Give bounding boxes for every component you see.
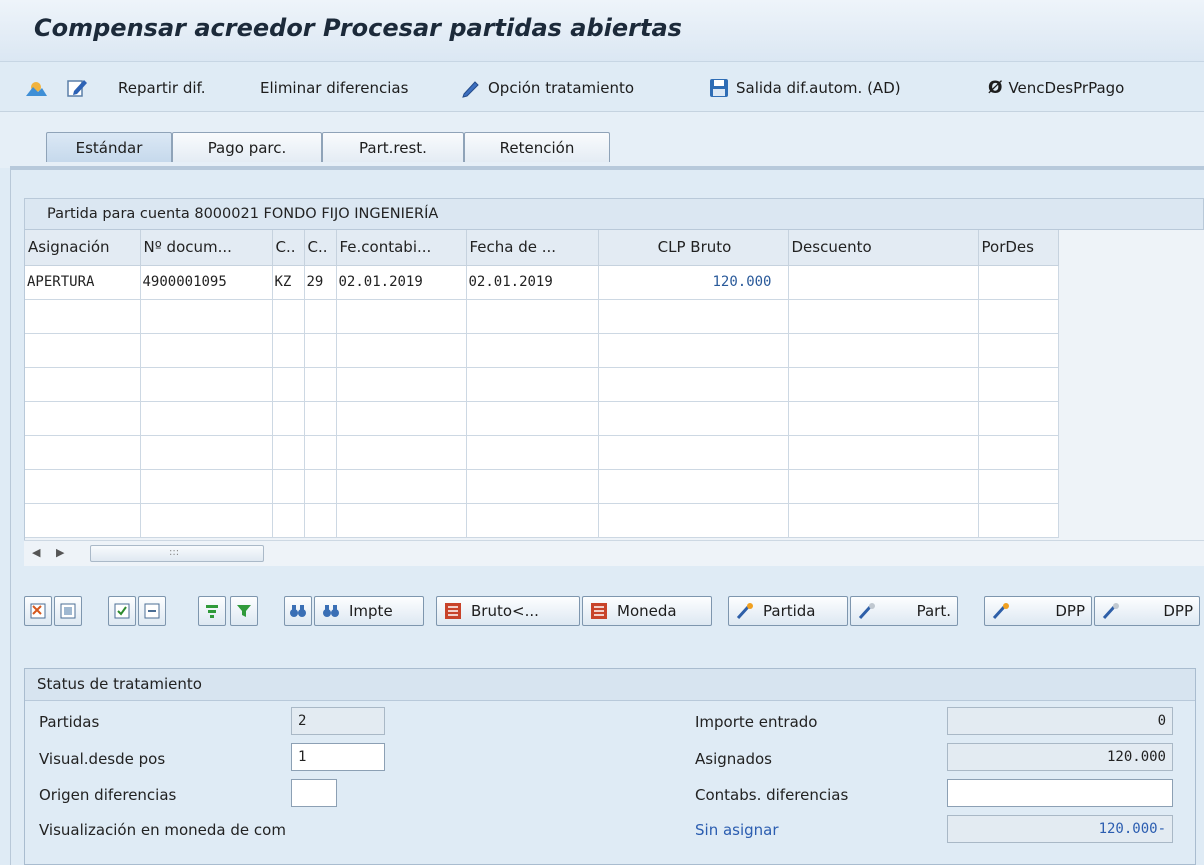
- table-row[interactable]: [25, 503, 1059, 538]
- moneda-button[interactable]: Moneda: [582, 596, 712, 626]
- contabs-diferencias-input[interactable]: [947, 779, 1173, 807]
- table-row[interactable]: [25, 401, 1059, 436]
- cell-pordes[interactable]: [978, 265, 1059, 300]
- status-title: Status de tratamiento: [25, 669, 1195, 701]
- calculator-icon: [591, 603, 607, 619]
- empty-set-icon: Ø: [988, 78, 1003, 98]
- pencil-icon: [462, 81, 479, 98]
- items-table: Asignación Nº docum... C.. C.. Fe.contab…: [25, 230, 1059, 538]
- table-row[interactable]: [25, 333, 1059, 368]
- importe-entrado-label: Importe entrado: [695, 713, 818, 731]
- partidas-field: 2: [291, 707, 385, 735]
- grid-button-row: Impte Bruto<... Moneda Partida Part. DPP…: [0, 594, 1204, 634]
- visualizacion-moneda-label[interactable]: Visualización en moneda de com: [39, 821, 286, 839]
- overview-icon[interactable]: [24, 76, 48, 100]
- salida-dif-autom-button[interactable]: Salida dif.autom. (AD): [708, 76, 901, 100]
- origen-diferencias-label: Origen diferencias: [39, 786, 177, 804]
- title-bar: Compensar acreedor Procesar partidas abi…: [0, 0, 1204, 62]
- col-pordes[interactable]: PorDes: [978, 230, 1059, 266]
- scroll-right-icon[interactable]: ▶: [56, 546, 64, 559]
- cell-fecha-doc[interactable]: 02.01.2019: [466, 265, 599, 300]
- cell-clp-bruto[interactable]: 120.000: [598, 265, 789, 300]
- magic-wand-icon: [992, 603, 1009, 620]
- activate-items-button[interactable]: [108, 596, 136, 626]
- asignados-field: 120.000: [947, 743, 1173, 771]
- partidas-label: Partidas: [39, 713, 100, 731]
- table-row[interactable]: [25, 435, 1059, 470]
- activate-icon: [114, 603, 130, 619]
- tab-part-rest[interactable]: Part.rest.: [322, 132, 464, 162]
- table-header: Asignación Nº docum... C.. C.. Fe.contab…: [25, 230, 1059, 266]
- deactivate-icon: [144, 603, 160, 619]
- col-fecha-contab[interactable]: Fe.contabi...: [336, 230, 467, 266]
- magic-wand-icon: [1102, 603, 1119, 620]
- table-row[interactable]: APERTURA 4900001095 KZ 29 02.01.2019 02.…: [25, 265, 1059, 300]
- magic-wand-icon: [736, 603, 753, 620]
- cell-clave[interactable]: 29: [304, 265, 337, 300]
- col-clave[interactable]: C..: [304, 230, 337, 266]
- deselect-all-button[interactable]: [54, 596, 82, 626]
- filter-icon: [237, 605, 251, 617]
- col-clp-bruto[interactable]: CLP Bruto: [598, 230, 789, 266]
- edit-icon[interactable]: [66, 76, 88, 100]
- cell-descuento[interactable]: [788, 265, 979, 300]
- col-num-documento[interactable]: Nº docum...: [140, 230, 273, 266]
- deactivate-items-button[interactable]: [138, 596, 166, 626]
- dpp-button-2[interactable]: DPP: [1094, 596, 1200, 626]
- partida-button[interactable]: Partida: [728, 596, 848, 626]
- sort-icon: [206, 605, 218, 618]
- opcion-tratamiento-button[interactable]: Opción tratamiento: [460, 76, 634, 100]
- deselect-icon: [60, 603, 76, 619]
- visual-desde-pos-label: Visual.desde pos: [39, 750, 166, 768]
- search-button[interactable]: [284, 596, 312, 626]
- col-fecha-doc[interactable]: Fecha de ...: [466, 230, 599, 266]
- open-items-grid: Asignación Nº docum... C.. C.. Fe.contab…: [24, 230, 1204, 540]
- tab-strip: Estándar Pago parc. Part.rest. Retención: [0, 112, 1204, 168]
- part-button[interactable]: Part.: [850, 596, 958, 626]
- magic-wand-icon: [858, 603, 875, 620]
- cell-asignacion[interactable]: APERTURA: [25, 265, 141, 300]
- asignados-label: Asignados: [695, 750, 772, 768]
- binoculars-icon: [323, 605, 339, 617]
- eliminar-diferencias-button[interactable]: Eliminar diferencias: [260, 76, 408, 100]
- importe-entrado-field: 0: [947, 707, 1173, 735]
- sin-asignar-field: 120.000-: [947, 815, 1173, 843]
- binoculars-icon: [290, 605, 306, 617]
- filter-button[interactable]: [230, 596, 258, 626]
- scroll-thumb[interactable]: :::: [90, 545, 264, 562]
- cell-fecha-contab[interactable]: 02.01.2019: [336, 265, 467, 300]
- tab-retencion[interactable]: Retención: [464, 132, 610, 162]
- table-row[interactable]: [25, 469, 1059, 504]
- horizontal-scrollbar[interactable]: ◀ ▶ :::: [24, 540, 1204, 566]
- col-asignacion[interactable]: Asignación: [25, 230, 141, 266]
- venc-des-pr-pago-button[interactable]: Ø VencDesPrPago: [988, 76, 1124, 100]
- sort-button[interactable]: [198, 596, 226, 626]
- col-descuento[interactable]: Descuento: [788, 230, 979, 266]
- save-icon: [710, 79, 728, 97]
- impte-search-button[interactable]: Impte: [314, 596, 424, 626]
- scroll-left-icon[interactable]: ◀: [32, 546, 40, 559]
- page-title: Compensar acreedor Procesar partidas abi…: [34, 14, 682, 42]
- grip-icon: :::: [169, 547, 180, 558]
- table-row[interactable]: [25, 299, 1059, 334]
- application-toolbar: Repartir dif. Eliminar diferencias Opció…: [0, 62, 1204, 112]
- grid-title: Partida para cuenta 8000021 FONDO FIJO I…: [24, 198, 1204, 230]
- bruto-button[interactable]: Bruto<...: [436, 596, 580, 626]
- cell-clase[interactable]: KZ: [272, 265, 305, 300]
- calculator-icon: [445, 603, 461, 619]
- tab-pago-parc[interactable]: Pago parc.: [172, 132, 322, 162]
- select-all-icon: [30, 603, 46, 619]
- origen-diferencias-input[interactable]: [291, 779, 337, 807]
- dpp-button-1[interactable]: DPP: [984, 596, 1092, 626]
- contabs-diferencias-label: Contabs. diferencias: [695, 786, 849, 804]
- visual-desde-pos-input[interactable]: 1: [291, 743, 385, 771]
- repartir-dif-button[interactable]: Repartir dif.: [118, 76, 206, 100]
- table-row[interactable]: [25, 367, 1059, 402]
- select-all-button[interactable]: [24, 596, 52, 626]
- status-panel: Status de tratamiento Partidas 2 Visual.…: [24, 668, 1196, 865]
- col-clase[interactable]: C..: [272, 230, 305, 266]
- tab-estandar[interactable]: Estándar: [46, 132, 172, 162]
- sin-asignar-label[interactable]: Sin asignar: [695, 821, 779, 839]
- cell-num-documento[interactable]: 4900001095: [140, 265, 273, 300]
